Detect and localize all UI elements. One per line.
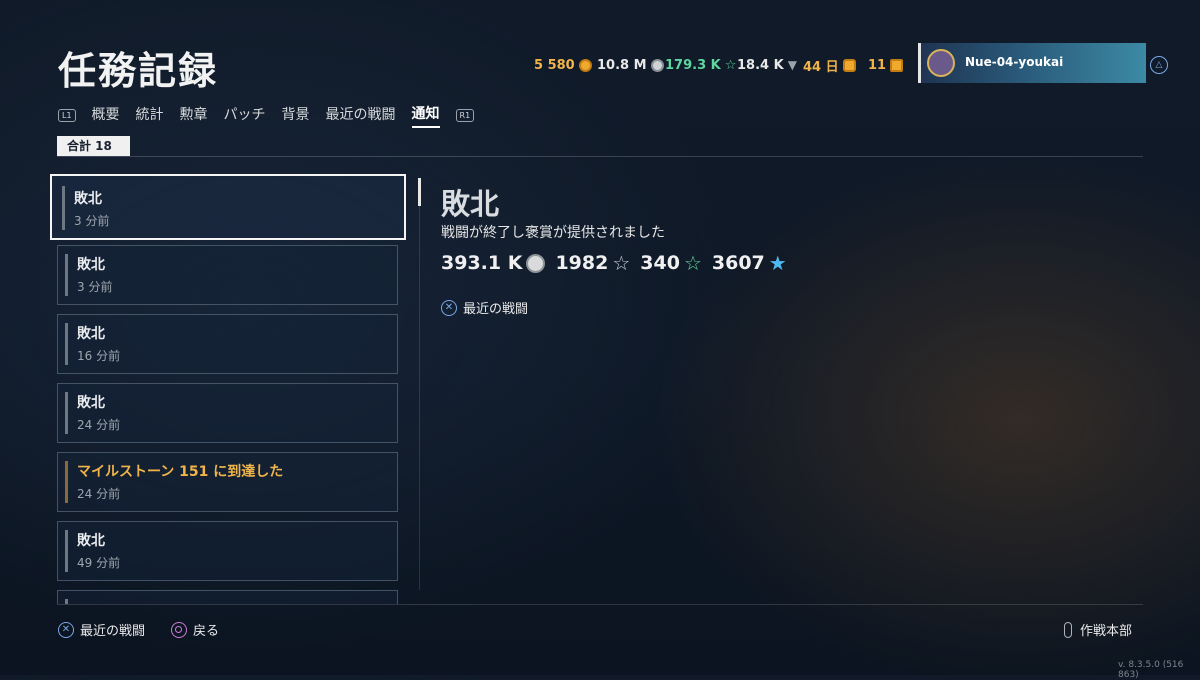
doubloons-counter: 5 580 <box>534 56 592 74</box>
r1-button-icon[interactable]: R1 <box>455 108 475 122</box>
tab-patches[interactable]: パッチ <box>224 104 266 127</box>
tab-stats[interactable]: 統計 <box>136 104 164 127</box>
crates-value: 11 <box>868 57 887 73</box>
hq-button[interactable]: 作戦本部 <box>1064 620 1132 639</box>
page-title: 任務記録 <box>58 49 219 93</box>
premium-icon <box>842 58 856 72</box>
footer-back[interactable]: 戻る <box>193 620 219 639</box>
item-title: 敗北 <box>77 395 105 411</box>
free-xp-counter: 179.3 K ☆ <box>665 56 736 74</box>
credits-value: 10.8 M <box>597 57 647 73</box>
clan-emblem-icon <box>927 49 955 77</box>
item-time: 24 分前 <box>77 418 121 432</box>
item-time: 3 分前 <box>77 280 113 294</box>
item-title: 敗北 <box>77 326 105 342</box>
reward-free-xp: 340 ☆ <box>640 251 702 275</box>
triangle-button-icon[interactable]: △ <box>1150 56 1168 74</box>
free-xp-star-icon: ☆ <box>683 251 702 275</box>
crates-counter: 11 <box>868 56 904 74</box>
tab-notifications[interactable]: 通知 <box>411 103 440 128</box>
reward-commander-xp: 3607 ★ <box>712 251 787 275</box>
scroll-thumb[interactable] <box>418 178 421 206</box>
stick-icon <box>1064 621 1072 638</box>
crate-icon <box>890 58 904 72</box>
chevron-icon: ▼ <box>787 58 797 72</box>
reward-credits: 393.1 K <box>441 252 546 274</box>
player-profile[interactable]: Nue-04-youkai <box>918 43 1146 83</box>
item-accent-bar <box>65 461 68 503</box>
recent-battles-link[interactable]: ✕ 最近の戦闘 <box>441 298 528 317</box>
list-item[interactable]: マイルストーン 151 に到達した 24 分前 <box>57 452 398 512</box>
l1-button-icon[interactable]: L1 <box>58 108 76 122</box>
detail-title: 敗北 <box>441 187 500 221</box>
cross-button-icon[interactable]: ✕ <box>58 621 74 638</box>
total-count-badge: 合計 18 <box>57 136 130 156</box>
credit-icon <box>526 253 546 273</box>
list-item[interactable]: 敗北 49 分前 <box>57 521 398 581</box>
commander-xp-counter: 18.4 K ▼ <box>737 56 797 74</box>
premium-days-value: 44 日 <box>803 59 839 75</box>
item-accent-bar <box>65 530 68 572</box>
item-time: 24 分前 <box>77 487 121 501</box>
doubloons-value: 5 580 <box>534 57 575 73</box>
footer-controls: ✕ 最近の戦闘 戻る <box>58 620 219 639</box>
list-item[interactable]: 敗北 3 分前 <box>57 245 398 305</box>
footer-recent-battles[interactable]: 最近の戦闘 <box>80 620 145 639</box>
player-name: Nue-04-youkai <box>965 55 1064 69</box>
free-xp-value: 179.3 K <box>665 57 721 73</box>
reward-credits-value: 393.1 K <box>441 252 523 274</box>
item-time: 3 分前 <box>74 214 110 228</box>
item-title: マイルストーン 151 に到達した <box>77 464 284 480</box>
detail-subtitle: 戦闘が終了し褒賞が提供されました <box>441 225 665 241</box>
doubloon-icon <box>578 58 592 72</box>
item-accent-bar <box>65 323 68 365</box>
tab-background[interactable]: 背景 <box>282 104 310 127</box>
commander-xp-star-icon: ★ <box>768 251 787 275</box>
reward-free-xp-value: 340 <box>640 252 680 274</box>
tab-bar: L1 概要 統計 勲章 パッチ 背景 最近の戦闘 通知 R1 <box>58 103 475 128</box>
list-item-partial[interactable] <box>57 590 398 604</box>
reward-xp-value: 1982 <box>555 252 609 274</box>
scroll-track[interactable] <box>419 178 420 590</box>
list-item[interactable]: 敗北 16 分前 <box>57 314 398 374</box>
list-item[interactable]: 敗北 24 分前 <box>57 383 398 443</box>
notification-list[interactable]: 敗北 3 分前 敗北 3 分前 敗北 16 分前 敗北 24 分前 マイルストー… <box>50 174 410 604</box>
recent-battles-link-label: 最近の戦闘 <box>463 302 529 317</box>
reward-xp: 1982 ☆ <box>555 251 630 275</box>
divider <box>57 156 1143 157</box>
credits-counter: 10.8 M <box>597 56 664 74</box>
cross-button-icon: ✕ <box>441 299 457 316</box>
tab-medals[interactable]: 勲章 <box>180 104 208 127</box>
xp-star-icon: ☆ <box>612 251 631 275</box>
hq-label: 作戦本部 <box>1080 624 1133 639</box>
credit-icon <box>650 58 664 72</box>
reward-commander-xp-value: 3607 <box>711 252 765 274</box>
tab-overview[interactable]: 概要 <box>92 104 120 127</box>
list-item[interactable]: 敗北 3 分前 <box>50 174 406 240</box>
footer-divider <box>57 604 1143 605</box>
item-title: 敗北 <box>77 257 105 273</box>
item-accent-bar <box>62 186 65 230</box>
circle-button-icon[interactable] <box>171 621 188 638</box>
tab-recent-battles[interactable]: 最近の戦闘 <box>326 104 396 127</box>
commander-xp-value: 18.4 K <box>737 57 784 73</box>
item-time: 49 分前 <box>77 556 121 570</box>
item-time: 16 分前 <box>77 349 121 363</box>
item-accent-bar <box>65 254 68 296</box>
premium-counter: 44 日 <box>803 56 856 75</box>
version-label: v. 8.3.5.0 (516 863) <box>1118 660 1184 680</box>
free-xp-star-icon: ☆ <box>724 57 737 73</box>
reward-row: 393.1 K 1982 ☆ 340 ☆ 3607 ★ <box>441 251 787 275</box>
item-accent-bar <box>65 392 68 434</box>
item-title: 敗北 <box>77 533 105 549</box>
item-title: 敗北 <box>74 191 102 207</box>
